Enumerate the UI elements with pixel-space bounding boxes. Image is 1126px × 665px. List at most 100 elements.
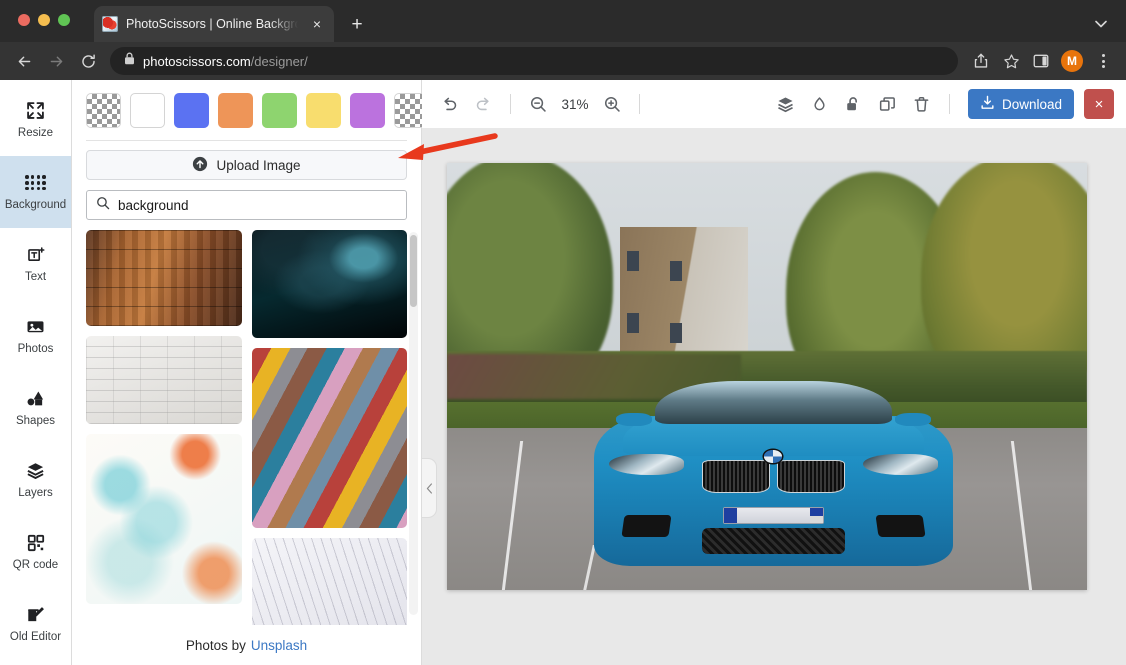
thumbnail-wood-planks[interactable] xyxy=(86,230,242,326)
maximize-window-button[interactable] xyxy=(58,14,70,26)
upload-image-button[interactable]: Upload Image xyxy=(86,150,407,180)
sidebar-item-label: Layers xyxy=(18,488,53,500)
unlock-icon[interactable] xyxy=(839,89,869,119)
photos-icon xyxy=(26,317,45,337)
tab-title: PhotoScissors | Online Backgro xyxy=(126,17,300,31)
artboard-blue-bmw-m2-parking-lot[interactable] xyxy=(447,163,1087,590)
swatch-white[interactable] xyxy=(130,93,165,128)
sidebar-item-label: Background xyxy=(5,200,66,212)
swatch-blue[interactable] xyxy=(174,93,209,128)
thumbnail-scrollbar-thumb[interactable] xyxy=(410,235,417,307)
sidebar-item-resize[interactable]: Resize xyxy=(0,84,71,156)
background-panel: Upload Image background xyxy=(72,80,422,665)
search-icon xyxy=(96,196,110,215)
zoom-level-value[interactable]: 31% xyxy=(557,97,593,112)
toolbar-divider xyxy=(510,94,511,114)
sidebar-item-text[interactable]: Text xyxy=(0,228,71,300)
download-button[interactable]: Download xyxy=(968,89,1074,119)
share-icon[interactable] xyxy=(968,48,994,74)
background-dots-icon xyxy=(25,173,46,193)
url-domain: photoscissors.com xyxy=(143,54,251,69)
close-editor-button[interactable]: × xyxy=(1084,89,1114,119)
layers-icon xyxy=(26,461,45,481)
kidney-right xyxy=(777,460,845,493)
sidebar-item-layers[interactable]: Layers xyxy=(0,444,71,516)
back-button[interactable] xyxy=(10,47,38,75)
canvas-stage[interactable] xyxy=(422,128,1126,665)
zoom-out-icon[interactable] xyxy=(523,89,553,119)
swatch-green[interactable] xyxy=(262,93,297,128)
url-path: /designer/ xyxy=(251,54,308,69)
panel-collapse-handle[interactable] xyxy=(422,458,437,518)
sidebar-item-label: Shapes xyxy=(16,416,55,428)
thumbnail-pastel-marble[interactable] xyxy=(86,434,242,604)
thumbnail-white-brick[interactable] xyxy=(86,336,242,424)
forward-button[interactable] xyxy=(42,47,70,75)
search-backgrounds-field[interactable]: background xyxy=(86,190,407,220)
swatch-orange[interactable] xyxy=(218,93,253,128)
address-bar[interactable]: photoscissors.com/designer/ xyxy=(110,47,958,75)
undo-icon[interactable] xyxy=(434,89,464,119)
reload-button[interactable] xyxy=(74,47,102,75)
new-tab-button[interactable]: + xyxy=(344,11,370,37)
download-label: Download xyxy=(1002,97,1062,112)
thumbnail-colored-stripes[interactable] xyxy=(252,348,408,528)
bookmark-star-icon[interactable] xyxy=(998,48,1024,74)
swatch-transparent[interactable] xyxy=(86,93,121,128)
delete-icon[interactable] xyxy=(907,89,937,119)
duplicate-icon[interactable] xyxy=(873,89,903,119)
artwork-photo xyxy=(447,163,1087,590)
lock-icon xyxy=(124,52,135,70)
canvas-toolbar: 31% xyxy=(422,80,1126,128)
sidebar-item-photos[interactable]: Photos xyxy=(0,300,71,372)
kebab-menu-icon[interactable] xyxy=(1090,48,1116,74)
sidebar-item-qr-code[interactable]: QR code xyxy=(0,516,71,588)
opacity-droplet-icon[interactable] xyxy=(805,89,835,119)
car-lower-grille xyxy=(702,528,845,554)
photoscissors-favicon-icon xyxy=(102,16,118,32)
car-windshield xyxy=(655,381,892,424)
download-icon xyxy=(980,95,995,113)
side-panel-icon[interactable] xyxy=(1028,48,1054,74)
zoom-in-icon[interactable] xyxy=(597,89,627,119)
resize-icon xyxy=(26,101,45,121)
sidebar-item-old-editor[interactable]: Old Editor xyxy=(0,588,71,660)
profile-avatar[interactable]: M xyxy=(1061,50,1083,72)
thumbnail-scrollbar-track[interactable] xyxy=(409,232,418,615)
bmw-badge-icon xyxy=(764,450,782,463)
car-mirror-right xyxy=(895,413,931,427)
unsplash-link[interactable]: Unsplash xyxy=(251,638,307,653)
shapes-icon xyxy=(26,389,45,409)
photo-credit: Photos by Unsplash xyxy=(72,625,421,665)
sidebar-item-background[interactable]: Background xyxy=(0,156,71,228)
tab-search-chevron-down-icon[interactable] xyxy=(1090,13,1112,35)
swatch-purple[interactable] xyxy=(350,93,385,128)
sidebar-item-shapes[interactable]: Shapes xyxy=(0,372,71,444)
upload-image-label: Upload Image xyxy=(216,158,300,173)
tool-sidebar: Resize Background Text xyxy=(0,80,72,665)
browser-tab[interactable]: PhotoScissors | Online Backgro × xyxy=(94,6,334,42)
url-text: photoscissors.com/designer/ xyxy=(143,54,308,69)
toolbar-divider xyxy=(639,94,640,114)
thumbnail-scroll-area[interactable] xyxy=(72,230,421,625)
browser-window: PhotoScissors | Online Backgro × + photo… xyxy=(0,0,1126,665)
kidney-left xyxy=(702,460,770,493)
car-kidney-grille xyxy=(702,460,845,493)
swatch-yellow[interactable] xyxy=(306,93,341,128)
minimize-window-button[interactable] xyxy=(38,14,50,26)
layers-icon[interactable] xyxy=(771,89,801,119)
text-icon xyxy=(27,245,45,265)
thumbnail-grid xyxy=(86,230,407,625)
thumbnail-wave-lines[interactable] xyxy=(252,538,408,625)
color-swatch-row xyxy=(72,80,421,140)
browser-toolbar: photoscissors.com/designer/ M xyxy=(0,42,1126,80)
tab-close-icon[interactable]: × xyxy=(308,15,326,33)
close-window-button[interactable] xyxy=(18,14,30,26)
panel-divider xyxy=(86,140,407,141)
redo-icon[interactable] xyxy=(468,89,498,119)
thumbnail-dark-smoke[interactable] xyxy=(252,230,408,338)
toolbar-divider xyxy=(949,94,950,114)
search-input-value[interactable]: background xyxy=(118,198,189,213)
old-editor-icon xyxy=(26,605,45,625)
car-mirror-left xyxy=(616,413,652,427)
